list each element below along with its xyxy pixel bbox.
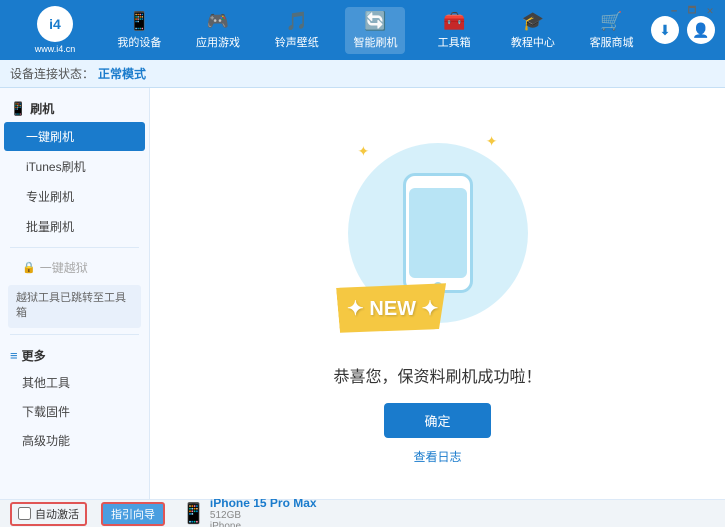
sidebar-advanced[interactable]: 高级功能 <box>0 426 149 455</box>
nav-toolbox[interactable]: 🧰 工具箱 <box>424 7 484 54</box>
nav-my-device[interactable]: 📱 我的设备 <box>109 7 169 54</box>
sidebar: 📱 刷机 一键刷机 iTunes刷机 专业刷机 批量刷机 🔒 一键越狱 越狱工具… <box>0 88 150 499</box>
toolbox-label: 工具箱 <box>438 34 471 50</box>
device-info-row: 📱 iPhone 15 Pro Max 512GB iPhone <box>181 496 317 527</box>
flash-section-header: 📱 刷机 <box>0 94 149 121</box>
top-right-buttons: ⬇ 👤 <box>651 16 715 44</box>
sidebar-batch-flash[interactable]: 批量刷机 <box>4 212 145 241</box>
content-area: ✦ ✦ ✦ NEW ✦ 恭喜您，保资料刷机成功啦！ 确定 查看日志 <box>150 88 725 499</box>
toolbox-icon: 🧰 <box>443 11 465 32</box>
subnav-status: 正常模式 <box>98 65 146 82</box>
user-button[interactable]: 👤 <box>687 16 715 44</box>
auto-activate-label: 自动激活 <box>35 506 79 522</box>
sidebar-divider-2 <box>10 334 139 335</box>
phone-screen <box>409 188 467 278</box>
nav-service[interactable]: 🛒 客服商城 <box>582 7 642 54</box>
tutorial-label: 教程中心 <box>511 34 555 50</box>
phone-body <box>403 173 473 293</box>
nav-items: 📱 我的设备 🎮 应用游戏 🎵 铃声壁纸 🔄 智能刷机 🧰 工具箱 🎓 <box>100 7 651 54</box>
my-device-label: 我的设备 <box>117 34 161 50</box>
nav-tutorial[interactable]: 🎓 教程中心 <box>503 7 563 54</box>
window-controls: 🗕 🗖 ✕ <box>667 4 717 18</box>
tutorial-icon: 🎓 <box>522 11 544 32</box>
nav-ringtone[interactable]: 🎵 铃声壁纸 <box>267 7 327 54</box>
logo-area: i4 www.i4.cn <box>10 6 100 54</box>
my-device-icon: 📱 <box>128 11 150 32</box>
view-log-link[interactable]: 查看日志 <box>413 448 461 465</box>
flash-section-label: 刷机 <box>30 100 54 117</box>
sidebar-pro-flash[interactable]: 专业刷机 <box>4 182 145 211</box>
phone-illustration: ✦ ✦ ✦ NEW ✦ <box>338 123 538 343</box>
new-ribbon: ✦ NEW ✦ <box>336 278 450 337</box>
service-icon: 🛒 <box>600 11 622 32</box>
device-info: iPhone 15 Pro Max 512GB iPhone <box>210 496 317 527</box>
nav-app-games[interactable]: 🎮 应用游戏 <box>188 7 248 54</box>
sidebar-download-firmware[interactable]: 下载固件 <box>0 397 149 426</box>
jailbreak-note: 越狱工具已跳转至工具箱 <box>8 285 141 328</box>
auto-activate-box: 自动激活 <box>10 502 87 526</box>
main-layout: 📱 刷机 一键刷机 iTunes刷机 专业刷机 批量刷机 🔒 一键越狱 越狱工具… <box>0 88 725 499</box>
nav-smart-flash[interactable]: 🔄 智能刷机 <box>345 7 405 54</box>
device-storage: 512GB <box>210 510 317 521</box>
minimize-button[interactable]: 🗕 <box>667 4 681 18</box>
sparkle-icon-1: ✦ <box>358 143 370 160</box>
flash-section-icon: 📱 <box>10 101 26 117</box>
app-games-label: 应用游戏 <box>196 34 240 50</box>
subnav: 设备连接状态： 正常模式 <box>0 60 725 88</box>
smart-flash-icon: 🔄 <box>364 11 386 32</box>
confirm-button[interactable]: 确定 <box>384 403 490 438</box>
success-message: 恭喜您，保资料刷机成功啦！ <box>333 363 541 387</box>
auto-activate-checkbox[interactable] <box>18 507 31 520</box>
topbar: i4 www.i4.cn 📱 我的设备 🎮 应用游戏 🎵 铃声壁纸 🔄 智能刷机 <box>0 0 725 60</box>
ringtone-icon: 🎵 <box>286 11 308 32</box>
lock-icon: 🔒 <box>22 261 36 274</box>
service-label: 客服商城 <box>590 34 634 50</box>
guide-button[interactable]: 指引向导 <box>101 502 165 526</box>
smart-flash-label: 智能刷机 <box>353 34 397 50</box>
sidebar-other-tools[interactable]: 其他工具 <box>0 368 149 397</box>
device-type: iPhone <box>210 521 317 527</box>
download-button[interactable]: ⬇ <box>651 16 679 44</box>
ringtone-label: 铃声壁纸 <box>275 34 319 50</box>
logo-icon: i4 <box>37 6 73 42</box>
sparkle-icon-2: ✦ <box>486 133 498 150</box>
device-icon: 📱 <box>181 501 206 526</box>
sidebar-itunes-flash[interactable]: iTunes刷机 <box>4 152 145 181</box>
maximize-button[interactable]: 🗖 <box>685 4 699 18</box>
bottom-bar: 自动激活 指引向导 📱 iPhone 15 Pro Max 512GB iPho… <box>0 499 725 527</box>
more-section-icon: ≡ <box>10 348 18 363</box>
bottom-top-row: 自动激活 指引向导 📱 iPhone 15 Pro Max 512GB iPho… <box>0 500 725 527</box>
ribbon-text: ✦ NEW ✦ <box>347 295 438 320</box>
close-button[interactable]: ✕ <box>703 4 717 18</box>
logo-subtext: www.i4.cn <box>35 44 76 54</box>
sidebar-one-click-flash[interactable]: 一键刷机 <box>4 122 145 151</box>
sidebar-divider-1 <box>10 247 139 248</box>
more-section-header: ≡ 更多 <box>0 341 149 368</box>
app-games-icon: 🎮 <box>207 11 229 32</box>
subnav-prefix: 设备连接状态： <box>10 65 94 82</box>
jailbreak-section-header: 🔒 一键越狱 <box>0 254 149 281</box>
